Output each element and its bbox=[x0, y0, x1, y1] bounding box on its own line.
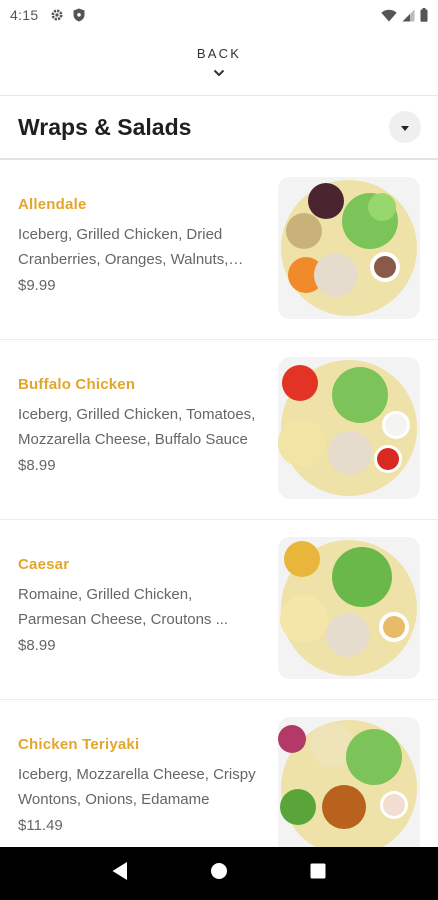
item-image bbox=[278, 537, 420, 679]
recents-square-icon bbox=[310, 863, 326, 884]
shield-icon bbox=[73, 8, 85, 22]
back-triangle-icon bbox=[111, 861, 129, 886]
item-price: $9.99 bbox=[18, 277, 56, 294]
signal-icon bbox=[402, 9, 415, 22]
battery-icon bbox=[420, 8, 428, 22]
nav-home-button[interactable] bbox=[199, 854, 239, 894]
item-price: $11.49 bbox=[18, 817, 63, 834]
item-name: Chicken Teriyaki bbox=[18, 736, 140, 753]
wifi-icon bbox=[381, 9, 397, 22]
menu-item[interactable]: Buffalo Chicken Iceberg, Grilled Chicken… bbox=[0, 340, 438, 520]
chevron-down-icon bbox=[213, 64, 225, 82]
item-price: $8.99 bbox=[18, 637, 56, 654]
home-circle-icon bbox=[210, 862, 228, 885]
item-image bbox=[278, 357, 420, 499]
item-description: Romaine, Grilled Chicken, Parmesan Chees… bbox=[18, 586, 229, 628]
item-price: $8.99 bbox=[18, 457, 56, 474]
item-description: Iceberg, Grilled Chicken, Dried Cranberr… bbox=[18, 226, 229, 268]
item-name: Caesar bbox=[18, 556, 70, 573]
category-header: Wraps & Salads bbox=[0, 96, 438, 158]
item-image bbox=[278, 177, 420, 319]
item-description: Iceberg, Grilled Chicken, Tomatoes, Mozz… bbox=[18, 406, 256, 448]
menu-item[interactable]: Caesar Romaine, Grilled Chicken, Parmesa… bbox=[0, 520, 438, 700]
item-name: Allendale bbox=[18, 196, 87, 213]
category-title: Wraps & Salads bbox=[18, 113, 192, 140]
back-button[interactable]: BACK bbox=[0, 30, 438, 94]
system-nav-bar bbox=[0, 847, 438, 900]
gear-icon bbox=[50, 8, 64, 22]
status-time: 4:15 bbox=[10, 7, 39, 23]
menu-item[interactable]: Allendale Iceberg, Grilled Chicken, Drie… bbox=[0, 160, 438, 340]
item-name: Buffalo Chicken bbox=[18, 376, 136, 393]
nav-back-button[interactable] bbox=[100, 854, 140, 894]
back-label: BACK bbox=[196, 46, 242, 61]
nav-recents-button[interactable] bbox=[298, 854, 338, 894]
item-description: Iceberg, Mozzarella Cheese, Crispy Wonto… bbox=[18, 766, 256, 808]
status-bar: 4:15 bbox=[0, 0, 438, 30]
caret-down-icon bbox=[401, 118, 409, 136]
menu-list: Allendale Iceberg, Grilled Chicken, Drie… bbox=[0, 160, 438, 880]
category-dropdown-button[interactable] bbox=[389, 111, 421, 143]
item-image bbox=[278, 717, 420, 859]
